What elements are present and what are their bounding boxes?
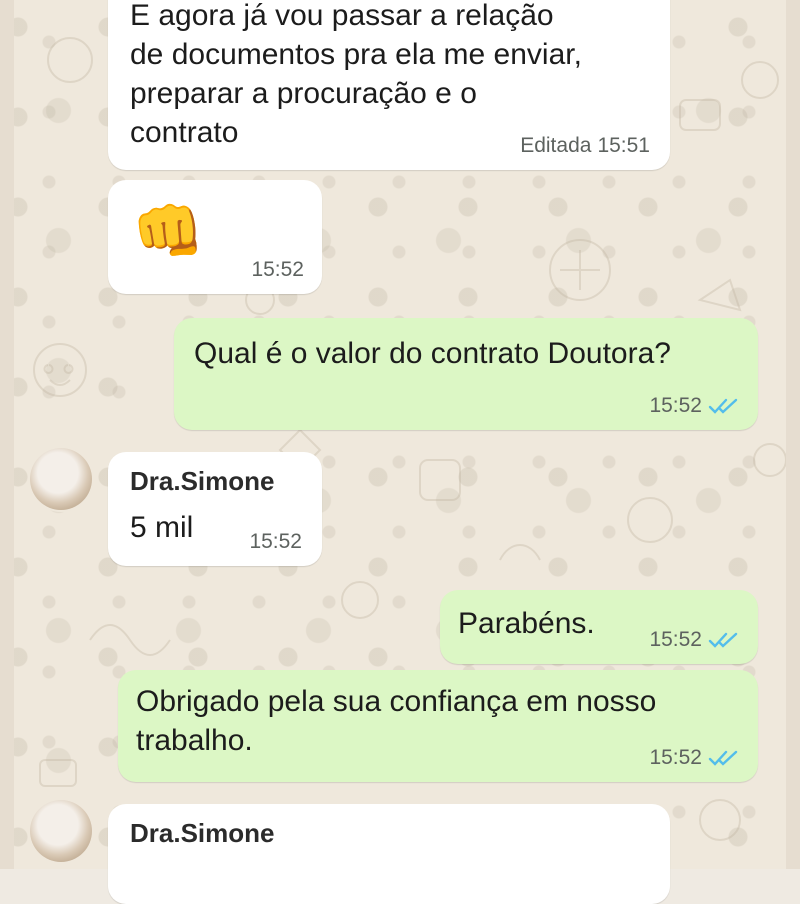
message-meta: 15:52 bbox=[649, 628, 740, 652]
message-time: 15:52 bbox=[249, 530, 302, 553]
right-edge bbox=[786, 0, 800, 869]
double-check-icon bbox=[708, 750, 738, 766]
message-time: 15:52 bbox=[251, 258, 304, 281]
message-bubble-outgoing[interactable]: Obrigado pela sua confiança em nosso tra… bbox=[118, 670, 758, 782]
fist-emoji: 👊 bbox=[132, 197, 205, 265]
message-text: Parabéns. bbox=[458, 607, 595, 640]
message-meta: 15:52 bbox=[249, 530, 302, 554]
message-time: 15:51 bbox=[597, 134, 650, 157]
message-meta: 15:52 bbox=[649, 394, 740, 418]
message-bubble-incoming[interactable]: E agora já vou passar a relação de docum… bbox=[108, 0, 670, 170]
message-bubble-incoming[interactable]: 👊 15:52 bbox=[108, 180, 322, 294]
edited-label: Editada bbox=[520, 134, 592, 157]
double-check-icon bbox=[708, 632, 738, 648]
message-meta: 15:52 bbox=[251, 258, 304, 282]
message-text: Qual é o valor do contrato Doutora? bbox=[194, 337, 671, 370]
contact-avatar[interactable] bbox=[30, 800, 92, 862]
message-time: 15:52 bbox=[649, 746, 702, 769]
double-check-icon bbox=[708, 398, 738, 414]
message-meta: 15:52 bbox=[649, 746, 740, 770]
message-bubble-incoming[interactable]: Dra.Simone 5 mil 15:52 bbox=[108, 452, 322, 566]
message-meta: Editada 15:51 bbox=[520, 134, 650, 158]
sender-name[interactable]: Dra.Simone bbox=[130, 466, 275, 497]
contact-avatar[interactable] bbox=[30, 448, 92, 510]
left-edge bbox=[0, 0, 14, 869]
message-time: 15:52 bbox=[649, 628, 702, 651]
message-bubble-outgoing[interactable]: Parabéns. 15:52 bbox=[440, 590, 758, 664]
message-bubble-incoming[interactable]: Dra.Simone bbox=[108, 804, 670, 904]
sender-name[interactable]: Dra.Simone bbox=[130, 818, 275, 849]
message-text: E agora já vou passar a relação de docum… bbox=[130, 0, 582, 149]
message-text: 5 mil bbox=[130, 511, 194, 544]
message-bubble-outgoing[interactable]: Qual é o valor do contrato Doutora? 15:5… bbox=[174, 318, 758, 430]
message-time: 15:52 bbox=[649, 394, 702, 417]
message-text: Obrigado pela sua confiança em nosso tra… bbox=[136, 685, 657, 757]
